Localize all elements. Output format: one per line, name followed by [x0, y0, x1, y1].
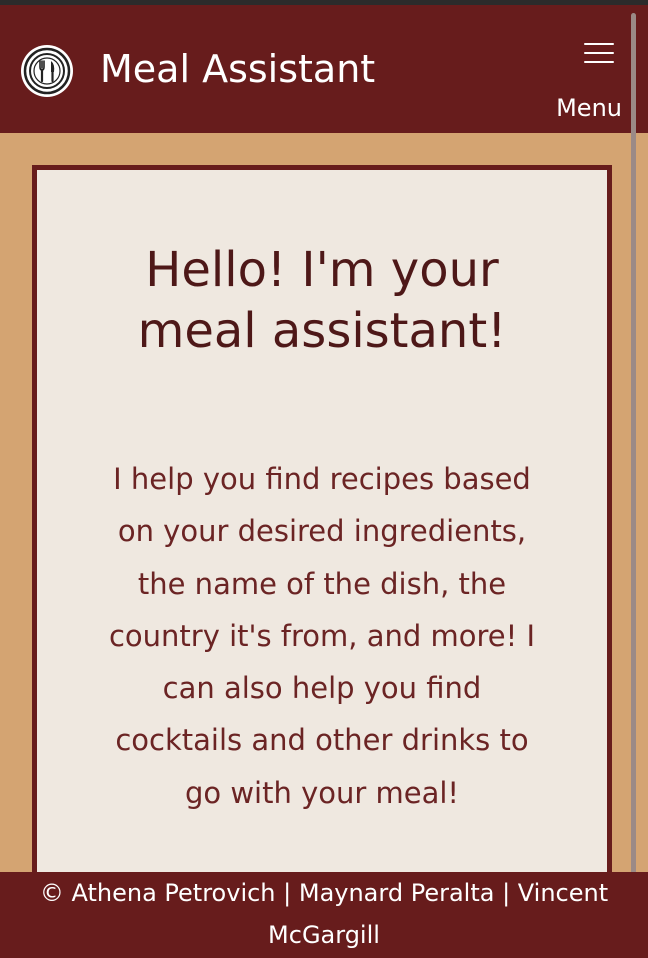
- navbar: Meal Assistant Menu: [0, 5, 648, 133]
- menu-button-label[interactable]: Menu: [556, 91, 622, 125]
- footer-credits: © Athena Petrovich | Maynard Peralta | V…: [39, 879, 609, 949]
- fork-knife-plate-icon[interactable]: [21, 45, 73, 97]
- intro-card: Hello! I'm your meal assistant! I help y…: [32, 165, 612, 905]
- hero-title: Hello! I'm your meal assistant!: [137, 242, 507, 359]
- app-title[interactable]: Meal Assistant: [100, 43, 375, 95]
- hamburger-icon[interactable]: [583, 40, 615, 66]
- hero-description: I help you find recipes based on your de…: [108, 462, 536, 810]
- scrollbar[interactable]: [631, 13, 636, 883]
- footer: © Athena Petrovich | Maynard Peralta | V…: [0, 872, 648, 958]
